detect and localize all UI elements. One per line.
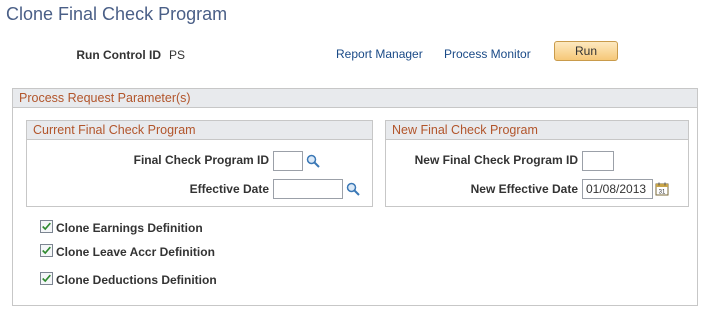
new-final-check-program-id-input[interactable]	[582, 151, 614, 171]
run-control-id-label: Run Control ID	[76, 48, 161, 62]
clone-deductions-label: Clone Deductions Definition	[56, 273, 217, 287]
new-final-check-program-header: New Final Check Program	[386, 121, 688, 140]
svg-text:31: 31	[659, 190, 666, 196]
clone-leave-accr-checkbox[interactable]	[40, 244, 53, 257]
clone-deductions-checkbox[interactable]	[40, 272, 53, 285]
checkmark-icon	[42, 274, 51, 283]
checkmark-icon	[42, 222, 51, 231]
new-final-check-program-id-label: New Final Check Program ID	[414, 153, 578, 167]
report-manager-link[interactable]: Report Manager	[336, 47, 423, 61]
final-check-program-id-input[interactable]	[273, 151, 303, 171]
checkmark-icon	[42, 246, 51, 255]
magnifier-icon[interactable]	[346, 182, 360, 196]
clone-earnings-label: Clone Earnings Definition	[56, 221, 203, 235]
run-control-id-value: PS	[169, 48, 186, 62]
final-check-program-id-label: Final Check Program ID	[133, 153, 269, 167]
clone-leave-accr-label: Clone Leave Accr Definition	[56, 245, 215, 259]
process-request-parameters-header: Process Request Parameter(s)	[13, 89, 697, 108]
page-title: Clone Final Check Program	[6, 4, 228, 24]
calendar-icon[interactable]: 31	[655, 182, 669, 196]
clone-earnings-checkbox[interactable]	[40, 220, 53, 233]
process-monitor-link[interactable]: Process Monitor	[444, 47, 531, 61]
effective-date-input[interactable]	[273, 179, 343, 199]
current-final-check-program-header: Current Final Check Program	[27, 121, 372, 140]
magnifier-icon[interactable]	[306, 154, 320, 168]
run-button[interactable]: Run	[554, 41, 618, 61]
new-effective-date-label: New Effective Date	[470, 182, 578, 196]
new-effective-date-input[interactable]	[582, 179, 653, 199]
effective-date-label: Effective Date	[189, 182, 269, 196]
